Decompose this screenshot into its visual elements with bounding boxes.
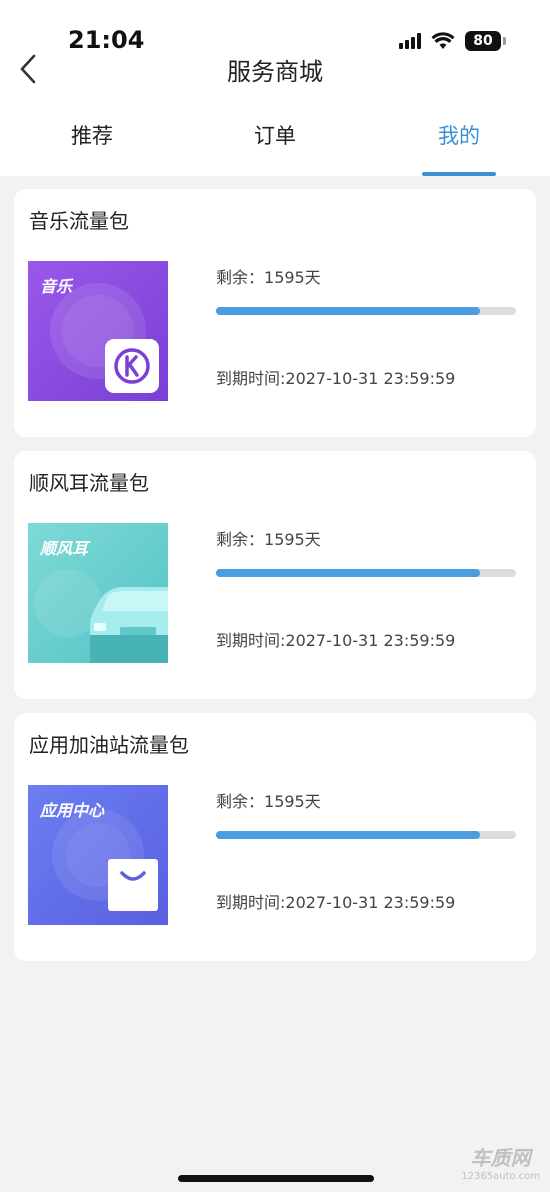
car-icon bbox=[90, 587, 168, 663]
progress-fill bbox=[216, 307, 480, 315]
app-center-package-thumbnail: 应用中心 bbox=[28, 785, 168, 925]
package-title: 顺风耳流量包 bbox=[29, 471, 149, 495]
top-bar: 21:04 80 服务商城 推荐 订单 我的 bbox=[0, 0, 550, 176]
active-tab-indicator bbox=[422, 172, 496, 176]
status-icons: 80 bbox=[399, 30, 506, 52]
expire-time: 到期时间:2027-10-31 23:59:59 bbox=[216, 893, 456, 912]
usage-progress-bar bbox=[216, 831, 516, 839]
package-title: 应用加油站流量包 bbox=[29, 733, 189, 757]
usage-progress-bar bbox=[216, 569, 516, 577]
page-title: 服务商城 bbox=[227, 58, 323, 86]
battery-level: 80 bbox=[465, 31, 501, 51]
corner-logo: 车质网 12365auto.com bbox=[461, 1146, 540, 1182]
k-music-icon bbox=[105, 339, 159, 393]
package-card-shunfenger[interactable]: 顺风耳流量包 顺风耳 剩余：1595天 到期时间:2027-10-31 23:5… bbox=[14, 451, 536, 699]
shopping-bag-icon bbox=[108, 859, 158, 911]
thumbnail-label: 音乐 bbox=[40, 277, 73, 296]
thumbnail-label: 应用中心 bbox=[40, 801, 105, 820]
expire-time: 到期时间:2027-10-31 23:59:59 bbox=[216, 369, 456, 388]
usage-progress-bar bbox=[216, 307, 516, 315]
battery-icon: 80 bbox=[465, 31, 506, 51]
status-time: 21:04 bbox=[68, 26, 145, 54]
expire-time: 到期时间:2027-10-31 23:59:59 bbox=[216, 631, 456, 650]
home-indicator bbox=[178, 1175, 374, 1182]
music-package-thumbnail: 音乐 bbox=[28, 261, 168, 401]
remaining-days: 剩余：1595天 bbox=[216, 268, 321, 287]
package-title: 音乐流量包 bbox=[29, 209, 129, 233]
tab-mine[interactable]: 我的 bbox=[367, 120, 550, 150]
package-card-music[interactable]: 音乐流量包 音乐 剩余：1595天 到期时间:2027-10-31 23:59:… bbox=[14, 189, 536, 437]
package-card-app-center[interactable]: 应用加油站流量包 应用中心 剩余：1595天 到期时间:2027-10-31 2… bbox=[14, 713, 536, 961]
tab-recommend[interactable]: 推荐 bbox=[0, 120, 184, 150]
remaining-days: 剩余：1595天 bbox=[216, 530, 321, 549]
progress-fill bbox=[216, 831, 480, 839]
watermark: www.12365auto.com bbox=[178, 588, 385, 609]
remaining-days: 剩余：1595天 bbox=[216, 792, 321, 811]
shunfenger-package-thumbnail: 顺风耳 bbox=[28, 523, 168, 663]
cellular-signal-icon bbox=[399, 33, 421, 49]
tab-orders[interactable]: 订单 bbox=[183, 120, 367, 150]
wifi-icon bbox=[431, 32, 455, 49]
progress-fill bbox=[216, 569, 480, 577]
